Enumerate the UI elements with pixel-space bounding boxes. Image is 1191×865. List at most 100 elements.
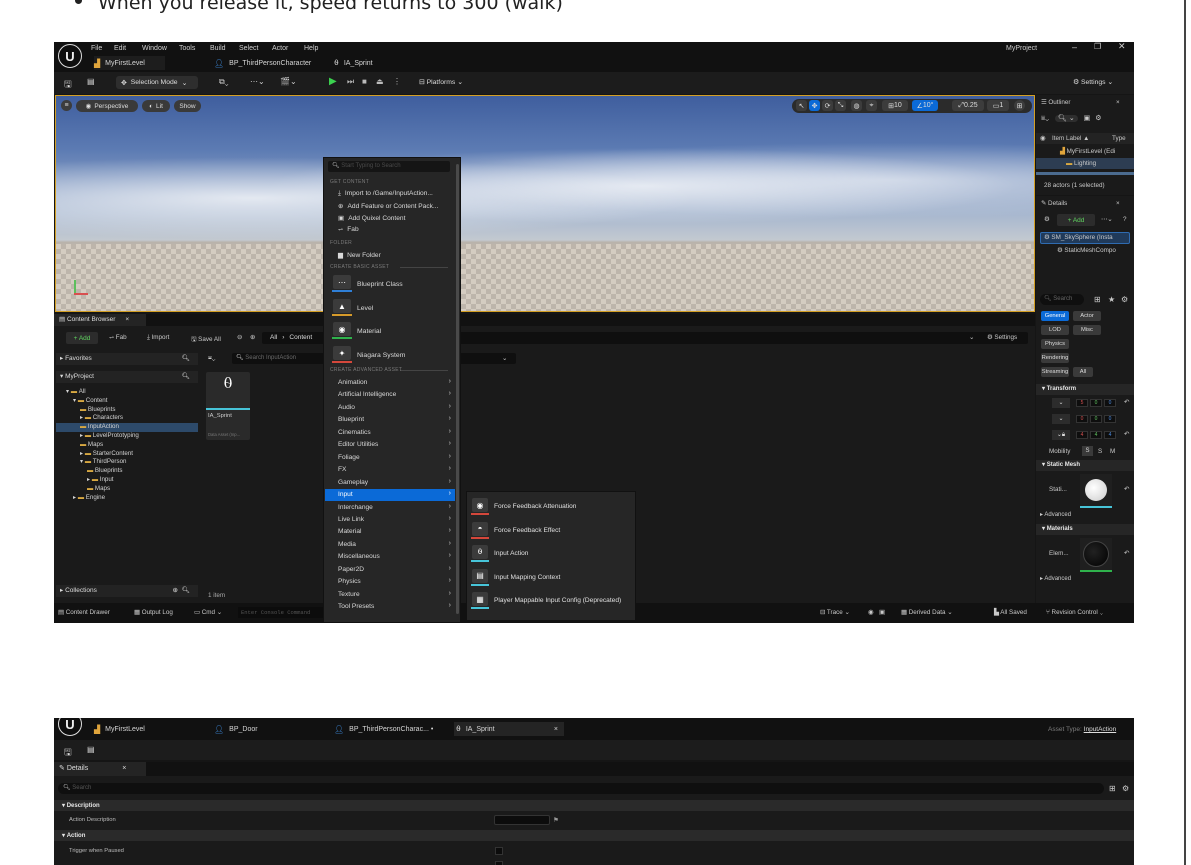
menu-category-live-link[interactable]: Live Link › bbox=[325, 514, 455, 526]
cb-filter-icon[interactable]: ⩸⌄ bbox=[208, 355, 215, 363]
next-checkbox[interactable] bbox=[495, 861, 503, 865]
menu-category-fx[interactable]: FX › bbox=[325, 464, 455, 476]
menu-category-interchange[interactable]: Interchange › bbox=[325, 502, 455, 514]
tree-item[interactable]: ▾ ▬ Content bbox=[73, 397, 107, 404]
menu-tools[interactable]: Tools bbox=[179, 45, 195, 52]
platforms-button[interactable]: ⊟ Platforms ⌄ bbox=[419, 78, 463, 86]
tree-item[interactable]: ▾ ▬ ThirdPerson bbox=[80, 458, 126, 465]
world-space-icon[interactable]: ◍ bbox=[851, 100, 862, 111]
trace-button[interactable]: ⊟ Trace ⌄ bbox=[820, 609, 850, 616]
mobility-movable[interactable]: M bbox=[1110, 448, 1115, 455]
menu-item-quixel[interactable]: ▣ Add Quixel Content bbox=[338, 214, 405, 222]
angle-snap-icon[interactable]: ∠ 10° bbox=[912, 100, 938, 111]
viewport-layout-icon[interactable]: ⊞ bbox=[1014, 100, 1025, 111]
outliner-row[interactable]: ▟ MyFirstLevel (Edi bbox=[1060, 148, 1115, 155]
level-viewport[interactable] bbox=[55, 95, 1035, 312]
eye-icon[interactable]: ◉ bbox=[1040, 135, 1046, 142]
details-tab-physics[interactable]: Physics bbox=[1041, 339, 1069, 349]
advanced-section[interactable]: ▸ Advanced bbox=[1040, 575, 1071, 582]
content-browser-tab[interactable]: ▤ Content Browser × bbox=[54, 314, 146, 326]
transform-value[interactable]: 4 bbox=[1104, 431, 1116, 439]
eject-icon[interactable]: ⏏ bbox=[376, 77, 384, 86]
tab-2[interactable]: 👤︎ BP_ThirdPersonCharac... • bbox=[334, 722, 433, 736]
menu-category-artificial-intelligence[interactable]: Artificial Intelligence › bbox=[325, 389, 455, 401]
record-icon[interactable]: ◉ bbox=[868, 609, 874, 616]
material-thumbnail[interactable] bbox=[1080, 538, 1112, 570]
details-grid-icon[interactable]: ⊞ bbox=[1109, 784, 1116, 793]
camera-speed-icon[interactable]: ▭ 1 bbox=[987, 100, 1009, 111]
cb-settings-button[interactable]: ⚙ Settings bbox=[987, 334, 1017, 341]
history-back-icon[interactable]: ⊖ bbox=[237, 334, 242, 341]
menu-category-gameplay[interactable]: Gameplay › bbox=[325, 477, 455, 489]
step-icon[interactable]: ⏭ bbox=[347, 77, 354, 87]
details-add-button[interactable]: + Add bbox=[1057, 214, 1095, 226]
menu-select[interactable]: Select bbox=[239, 45, 258, 52]
menu-category-foliage[interactable]: Foliage › bbox=[325, 452, 455, 464]
menu-scrollbar[interactable] bbox=[456, 164, 459, 614]
all-saved-button[interactable]: ▙ All Saved bbox=[994, 609, 1027, 616]
tree-item[interactable]: ▸ ▬ StarterContent bbox=[80, 450, 133, 457]
action-section[interactable]: ▾ Action bbox=[54, 830, 1134, 841]
cb-import-button[interactable]: ⤓ Import bbox=[147, 334, 169, 342]
details-settings-icon[interactable]: ⚙ bbox=[1121, 295, 1128, 304]
unreal-logo-icon[interactable]: U bbox=[58, 44, 82, 68]
path-all[interactable]: All bbox=[270, 334, 277, 341]
search-icon[interactable]: 🔍︎ ⌄ bbox=[1055, 115, 1078, 122]
outliner-col-label[interactable]: Item Label ▲ bbox=[1052, 135, 1089, 142]
advanced-section[interactable]: ▸ Advanced bbox=[1040, 511, 1071, 518]
context-search-input[interactable]: 🔍︎ Start Typing to Search bbox=[328, 161, 450, 172]
path-content[interactable]: Content bbox=[289, 334, 312, 341]
menu-category-tool-presets[interactable]: Tool Presets › bbox=[325, 601, 455, 613]
save-icon[interactable]: 🖫 bbox=[64, 745, 72, 761]
outliner-col-type[interactable]: Type bbox=[1112, 135, 1126, 142]
localize-flag-icon[interactable]: ⚑ bbox=[553, 816, 559, 824]
menu-category-cinematics[interactable]: Cinematics › bbox=[325, 427, 455, 439]
settings-button[interactable]: ⚙ Settings ⌄ bbox=[1073, 78, 1113, 86]
transform-value[interactable]: 0 bbox=[1090, 415, 1102, 423]
details-grid-icon[interactable]: ⊞ bbox=[1094, 295, 1101, 304]
revision-control-button[interactable]: ⑂ Revision Control ⌄ bbox=[1046, 609, 1103, 616]
menu-edit[interactable]: Edit bbox=[114, 45, 126, 52]
details-tab[interactable]: ✎ Details × bbox=[54, 762, 146, 776]
description-section[interactable]: ▾ Description bbox=[54, 800, 1134, 811]
close-tab-icon[interactable]: × bbox=[554, 726, 558, 733]
console-input[interactable]: Enter Console Command bbox=[238, 607, 324, 618]
reset-icon[interactable]: ↶ bbox=[1124, 486, 1129, 493]
viewport-menu-icon[interactable]: ≡ bbox=[61, 100, 72, 111]
menu-category-miscellaneous[interactable]: Miscellaneous › bbox=[325, 551, 455, 563]
outliner-row[interactable]: ▬ Lighting bbox=[1066, 160, 1096, 167]
menu-item-force-feedback-attenuation[interactable]: Force Feedback Attenuation bbox=[494, 503, 576, 510]
tab-1[interactable]: 👤︎ BP_Door bbox=[214, 722, 258, 736]
reset-icon[interactable]: ↶ bbox=[1124, 431, 1129, 438]
details-tab-general[interactable]: General bbox=[1041, 311, 1069, 321]
menu-item-force-feedback-effect[interactable]: Force Feedback Effect bbox=[494, 527, 560, 534]
menu-category-material[interactable]: Material › bbox=[325, 526, 455, 538]
details-tab-streaming[interactable]: Streaming bbox=[1041, 367, 1069, 377]
transform-dropdown[interactable]: ⌄ bbox=[1052, 414, 1070, 424]
browse-icon[interactable]: ▤ bbox=[87, 77, 95, 86]
menu-category-editor-utilities[interactable]: Editor Utilities › bbox=[325, 439, 455, 451]
surface-snap-icon[interactable]: ⌖ bbox=[866, 100, 877, 111]
menu-category-audio[interactable]: Audio › bbox=[325, 402, 455, 414]
add-collection-icon[interactable]: ⊕ bbox=[173, 585, 178, 597]
menu-item-blueprint-class[interactable]: Blueprint Class bbox=[357, 281, 403, 288]
blueprint-edit-icon[interactable]: ⋯⌄ bbox=[1101, 216, 1113, 223]
search-icon[interactable]: 🔍︎ bbox=[182, 353, 190, 365]
outliner-close-icon[interactable]: × bbox=[1116, 99, 1120, 106]
content-drawer-button[interactable]: ▤ Content Drawer bbox=[58, 609, 110, 616]
filter-icon[interactable]: ⩸⌄ bbox=[1041, 115, 1049, 122]
details-search-input[interactable]: 🔍︎ Search bbox=[58, 783, 1104, 794]
menu-build[interactable]: Build bbox=[210, 45, 226, 52]
menu-item-material[interactable]: Material bbox=[357, 328, 381, 335]
asset-type-link[interactable]: InputAction bbox=[1084, 726, 1117, 733]
tree-item[interactable]: ▸ ▬ Characters bbox=[80, 414, 123, 421]
mobility-stationary[interactable]: S bbox=[1098, 448, 1102, 455]
details-tab-lod[interactable]: LOD bbox=[1041, 325, 1069, 335]
favorite-star-icon[interactable]: ★ bbox=[1108, 295, 1115, 304]
tree-item[interactable]: ▬ Blueprints bbox=[80, 406, 115, 413]
details-tab-all[interactable]: All bbox=[1073, 367, 1093, 377]
blueprint-toolbar-icon[interactable]: ⋯⌄ bbox=[250, 77, 265, 86]
action-description-input[interactable] bbox=[494, 815, 550, 825]
browse-icon[interactable]: ▤ bbox=[87, 745, 95, 754]
cmd-button[interactable]: ▭ Cmd ⌄ bbox=[194, 609, 222, 616]
